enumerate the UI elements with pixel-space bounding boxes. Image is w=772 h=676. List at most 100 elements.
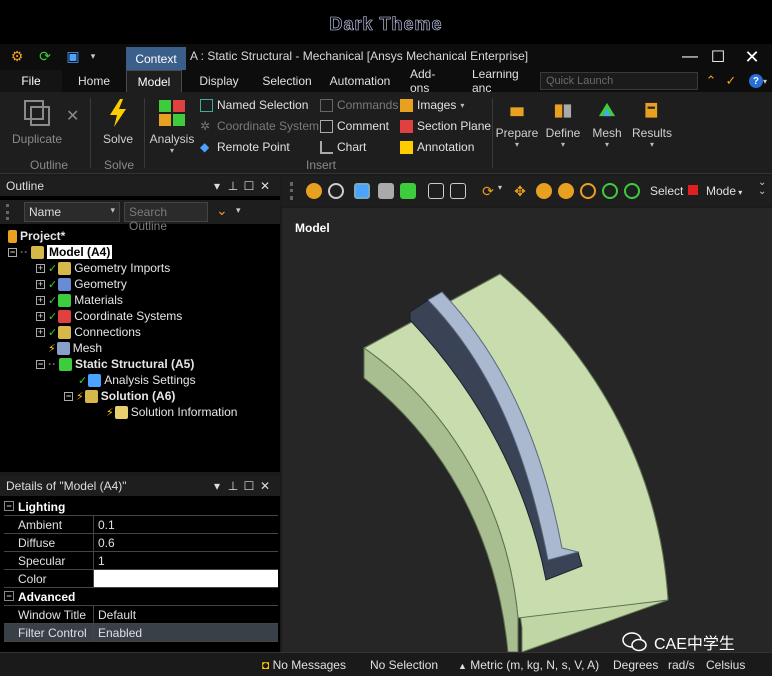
- select-mode-icon[interactable]: [428, 183, 444, 199]
- select-cursor-icon[interactable]: [688, 185, 698, 195]
- expand-box-icon[interactable]: +: [36, 263, 45, 273]
- select-label[interactable]: Select: [650, 184, 683, 198]
- quick-launch-input[interactable]: Quick Launch: [540, 72, 698, 90]
- overflow-icon[interactable]: ⌄ ⌄: [758, 178, 766, 197]
- tree-item-geometry-imports[interactable]: + ✓ Geometry Imports: [36, 260, 170, 276]
- analysis-button[interactable]: Analysis ▾: [150, 98, 194, 155]
- tab-home[interactable]: Home: [72, 70, 116, 92]
- dropdown-icon[interactable]: ▾: [210, 178, 224, 194]
- color-swatch[interactable]: [94, 570, 278, 587]
- results-button[interactable]: Results ▾: [630, 100, 674, 149]
- model-geometry[interactable]: [282, 208, 772, 652]
- messages-status[interactable]: ◘ No Messages: [262, 658, 346, 672]
- tab-learning[interactable]: Learning anc: [466, 70, 538, 92]
- collapse-box-icon[interactable]: −: [64, 391, 73, 401]
- tree-item-mesh[interactable]: ⚡ Mesh: [48, 340, 102, 356]
- chevron-up-icon[interactable]: ⌃: [702, 72, 720, 90]
- section-plane-button[interactable]: Section Plane: [400, 117, 491, 135]
- tree-item-coordinate-systems[interactable]: + ✓ Coordinate Systems: [36, 308, 182, 324]
- tab-add-ons[interactable]: Add-ons: [404, 67, 460, 95]
- detail-row-color[interactable]: Color: [4, 570, 278, 588]
- remote-point-button[interactable]: ◆ Remote Point: [200, 138, 290, 156]
- detail-row-specular[interactable]: Specular 1: [4, 552, 278, 570]
- detail-row-diffuse[interactable]: Diffuse 0.6: [4, 534, 278, 552]
- expand-box-icon[interactable]: +: [36, 279, 45, 289]
- name-filter-dropdown[interactable]: Name ▾: [24, 202, 120, 222]
- zoom-box-icon[interactable]: [580, 183, 596, 199]
- tree-item-static-structural[interactable]: − ·· Static Structural (A5): [36, 356, 194, 372]
- chevron-down-icon[interactable]: ▾: [236, 205, 241, 216]
- tab-selection[interactable]: Selection: [256, 70, 318, 92]
- tree-item-materials[interactable]: + ✓ Materials: [36, 292, 123, 308]
- tree-item-project[interactable]: Project*: [8, 228, 65, 244]
- drag-handle[interactable]: [290, 182, 300, 200]
- coordinate-system-button[interactable]: ✲ Coordinate System: [200, 117, 319, 135]
- named-selection-button[interactable]: Named Selection: [200, 96, 308, 114]
- delete-icon[interactable]: ✕: [66, 106, 79, 126]
- close-panel-icon[interactable]: ✕: [258, 478, 272, 494]
- mode-dropdown[interactable]: Mode ▾: [706, 184, 742, 198]
- rotation-units-status[interactable]: rad/s: [668, 658, 695, 672]
- rotate-icon[interactable]: ⟳: [480, 183, 496, 199]
- minimize-button[interactable]: —: [676, 46, 704, 68]
- shaded-icon[interactable]: [378, 183, 394, 199]
- tree-item-solution[interactable]: − ⚡ Solution (A6): [64, 388, 175, 404]
- chevron-down-icon[interactable]: ▾: [84, 47, 102, 65]
- tree-item-model[interactable]: − ·· Model (A4): [8, 244, 113, 260]
- expand-box-icon[interactable]: +: [36, 327, 45, 337]
- define-button[interactable]: Define ▾: [542, 100, 584, 149]
- solve-button[interactable]: Solve: [98, 98, 138, 146]
- model-canvas[interactable]: Model: [282, 208, 772, 652]
- chart-button[interactable]: Chart: [320, 138, 366, 156]
- drag-handle[interactable]: [6, 204, 20, 220]
- tree-item-geometry[interactable]: + ✓ Geometry: [36, 276, 127, 292]
- tab-display[interactable]: Display: [192, 70, 246, 92]
- mesh-button[interactable]: Mesh ▾: [588, 100, 626, 149]
- section-lighting[interactable]: − Lighting: [4, 498, 278, 516]
- detail-row-filter-control[interactable]: Filter Control Enabled: [4, 624, 278, 642]
- pan-icon[interactable]: ✥: [512, 183, 528, 199]
- zoom-to-fit-icon[interactable]: [624, 183, 640, 199]
- pin-icon[interactable]: ⊥: [226, 478, 240, 494]
- cube-icon[interactable]: [354, 183, 370, 199]
- context-tab[interactable]: Context: [126, 47, 186, 70]
- detail-row-ambient[interactable]: Ambient 0.1: [4, 516, 278, 534]
- file-tab[interactable]: File: [0, 70, 62, 92]
- expand-box-icon[interactable]: +: [36, 311, 45, 321]
- zoom-icon[interactable]: [328, 183, 344, 199]
- zoom-in-icon[interactable]: [536, 183, 552, 199]
- zoom-out-icon[interactable]: [558, 183, 574, 199]
- prepare-button[interactable]: Prepare ▾: [496, 100, 538, 149]
- section-advanced[interactable]: − Advanced: [4, 588, 278, 606]
- comment-button[interactable]: Comment: [320, 117, 389, 135]
- collapse-box-icon[interactable]: −: [4, 501, 14, 511]
- tree-item-connections[interactable]: + ✓ Connections: [36, 324, 141, 340]
- detail-row-window-title[interactable]: Window Title Default: [4, 606, 278, 624]
- units-status[interactable]: ▲ Metric (m, kg, N, s, V, A): [458, 658, 599, 672]
- zoom-fit-icon[interactable]: [602, 183, 618, 199]
- refresh-icon[interactable]: ⟳: [36, 47, 54, 65]
- save-icon[interactable]: ▣: [64, 47, 82, 65]
- tab-model[interactable]: Model: [126, 70, 182, 92]
- pin-icon[interactable]: ⊥: [226, 178, 240, 194]
- box-select-icon[interactable]: [450, 183, 466, 199]
- commands-button[interactable]: Commands: [320, 96, 398, 114]
- help-icon[interactable]: ? ▾: [746, 72, 770, 90]
- zoom-previous-icon[interactable]: [306, 183, 322, 199]
- angle-units-status[interactable]: Degrees: [613, 658, 658, 672]
- maximize-panel-icon[interactable]: ☐: [242, 478, 256, 494]
- maximize-panel-icon[interactable]: ☐: [242, 178, 256, 194]
- maximize-button[interactable]: ☐: [704, 46, 732, 68]
- collapse-box-icon[interactable]: −: [4, 591, 14, 601]
- search-outline-input[interactable]: Search Outline: [124, 202, 208, 233]
- duplicate-button[interactable]: Duplicate: [10, 98, 64, 146]
- tree-item-analysis-settings[interactable]: ✓ Analysis Settings: [78, 372, 196, 388]
- wireframe-icon[interactable]: [400, 183, 416, 199]
- images-button[interactable]: Images ▾: [400, 96, 464, 114]
- collapse-box-icon[interactable]: −: [36, 359, 45, 369]
- tree-item-solution-information[interactable]: ⚡ Solution Information: [106, 404, 237, 420]
- dropdown-icon[interactable]: ▾: [210, 478, 224, 494]
- gear-icon[interactable]: ⚙: [8, 47, 26, 65]
- close-button[interactable]: ✕: [738, 46, 766, 68]
- temperature-units-status[interactable]: Celsius: [706, 658, 745, 672]
